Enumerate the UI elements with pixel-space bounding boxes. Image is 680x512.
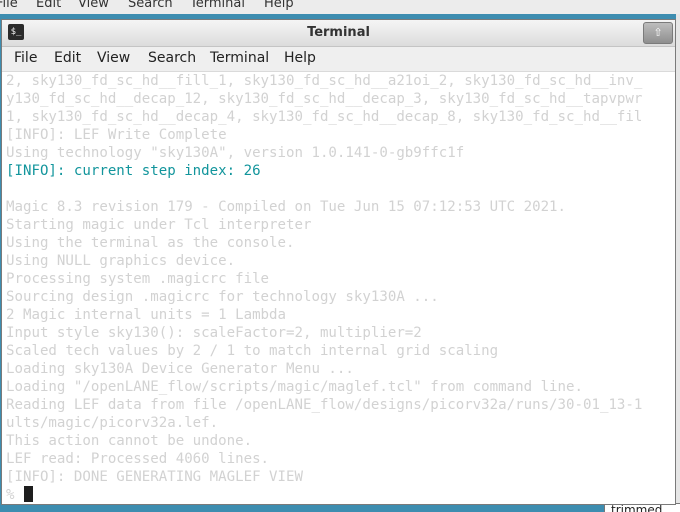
menu-terminal[interactable]: Terminal <box>208 50 271 66</box>
menu-file[interactable]: File <box>12 50 39 66</box>
terminal-line: Scaled tech values by 2 / 1 to match int… <box>6 343 499 359</box>
bg-menu-view[interactable]: View <box>78 0 109 11</box>
terminal-line: Loading "/openLANE_flow/scripts/magic/ma… <box>6 379 583 395</box>
menu-search[interactable]: Search <box>146 50 198 66</box>
menu-edit[interactable]: Edit <box>52 50 83 66</box>
bg-menu-help[interactable]: Help <box>264 0 294 11</box>
bg-menu-file[interactable]: File <box>0 0 18 11</box>
terminal-line: LEF read: Processed 4060 lines. <box>6 451 270 467</box>
menu-view[interactable]: View <box>95 50 132 66</box>
terminal-line: [INFO]: current step index: 26 <box>6 163 261 179</box>
terminal-line: [INFO]: LEF Write Complete <box>6 127 227 143</box>
terminal-line: [INFO]: DONE GENERATING MAGLEF VIEW <box>6 469 303 485</box>
terminal-line: Loading sky130A Device Generator Menu ..… <box>6 361 354 377</box>
background-window-edge <box>676 14 680 512</box>
terminal-line: Starting magic under Tcl interpreter <box>6 217 312 233</box>
terminal-line: ults/magic/picorv32a.lef. <box>6 415 219 431</box>
menu-help[interactable]: Help <box>282 50 318 66</box>
terminal-line: 1, sky130_fd_sc_hd__decap_4, sky130_fd_s… <box>6 109 643 125</box>
terminal-line: Using the terminal as the console. <box>6 235 295 251</box>
titlebar[interactable]: $_ Terminal ⇧ <box>2 20 675 47</box>
terminal-line: Input style sky130(): scaleFactor=2, mul… <box>6 325 422 341</box>
terminal-line: Using technology "sky130A", version 1.0.… <box>6 145 465 161</box>
desktop: File Edit View Search Terminal Help trim… <box>0 0 680 512</box>
terminal-line: Reading LEF data from file /openLANE_flo… <box>6 397 643 413</box>
terminal-line: Processing system .magicrc file <box>6 271 270 287</box>
terminal-line: This action cannot be undone. <box>6 433 253 449</box>
terminal-line: y130_fd_sc_hd__decap_12, sky130_fd_sc_hd… <box>6 91 643 107</box>
terminal-line: 2 Magic internal units = 1 Lambda <box>6 307 287 323</box>
menubar: File Edit View Search Terminal Help <box>2 47 675 72</box>
text-cursor <box>24 486 33 502</box>
bg-menu-search[interactable]: Search <box>128 0 173 11</box>
terminal-line: Magic 8.3 revision 179 - Compiled on Tue… <box>6 199 567 215</box>
maximize-button[interactable]: ⇧ <box>643 22 673 44</box>
terminal-line: Sourcing design .magicrc for technology … <box>6 289 439 305</box>
bg-menu-edit[interactable]: Edit <box>36 0 61 11</box>
window-title: Terminal <box>307 25 370 40</box>
terminal-line: 2, sky130_fd_sc_hd__fill_1, sky130_fd_sc… <box>6 73 643 89</box>
terminal-output[interactable]: [INFO]: DONE GENERATING MAGLEF VIEW LEF r… <box>2 72 675 504</box>
terminal-window: $_ Terminal ⇧ File Edit View Search Term… <box>1 19 676 505</box>
shell-prompt: % <box>6 487 15 503</box>
terminal-line: Using NULL graphics device. <box>6 253 236 269</box>
bg-menu-terminal[interactable]: Terminal <box>190 0 245 11</box>
background-app-menubar: File Edit View Search Terminal Help <box>0 0 680 14</box>
